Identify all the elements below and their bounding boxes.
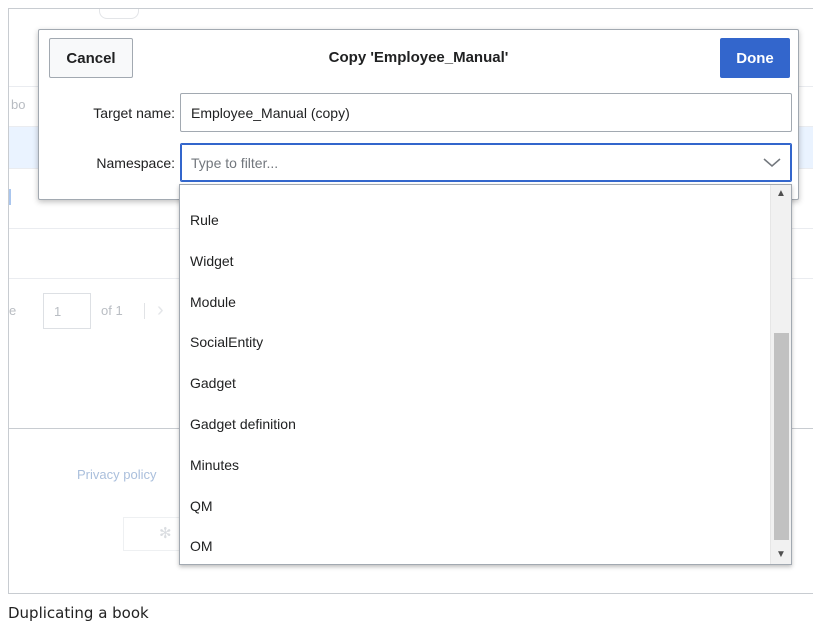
dialog-title: Copy 'Employee_Manual' [328,49,509,66]
background-tab [99,9,139,19]
namespace-option[interactable]: SocialEntity [180,322,770,363]
namespace-dropdown: Rule Widget Module SocialEntity Gadget Gadget… [179,184,792,565]
image-caption: Duplicating a book [8,604,149,622]
background-row-marker [9,189,11,205]
background-row-text: bo [11,97,26,112]
namespace-option[interactable]: Rule [180,200,770,241]
page-of-label: of 1 [101,303,123,318]
copy-dialog: Cancel Copy 'Employee_Manual' Done Targe… [38,29,799,200]
privacy-policy-link[interactable]: Privacy policy [77,467,156,482]
scrollbar-thumb[interactable] [774,333,789,540]
namespace-label: Namespace: [96,155,175,171]
scroll-down-icon[interactable]: ▼ [771,547,791,564]
namespace-row: Namespace: [39,143,798,183]
gear-icon: ✻ [159,525,172,542]
namespace-filter-input[interactable] [180,143,792,182]
dropdown-scrollbar[interactable]: ▲ ▼ [770,185,791,564]
namespace-option[interactable]: OM [180,526,770,564]
namespace-option[interactable]: Minutes [180,445,770,486]
target-name-row: Target name: [39,93,798,133]
namespace-option[interactable]: Widget [180,241,770,282]
namespace-option[interactable]: Gadget definition [180,404,770,445]
page-number-input[interactable]: 1 [43,293,91,329]
namespace-option[interactable]: Gadget [180,363,770,404]
done-button[interactable]: Done [720,38,790,78]
chevron-down-icon[interactable] [763,155,781,169]
namespace-option-list: Rule Widget Module SocialEntity Gadget Gadget… [180,200,770,564]
footer-logo [123,517,183,551]
namespace-option[interactable]: Module [180,282,770,323]
pagination-divider [144,303,145,319]
target-name-input[interactable] [180,93,792,132]
dialog-header: Cancel Copy 'Employee_Manual' Done [39,30,798,86]
namespace-option[interactable]: QM [180,486,770,527]
pagination-cut-label: e [9,303,17,318]
scroll-up-icon[interactable]: ▲ [771,185,791,202]
target-name-label: Target name: [93,105,175,121]
next-page-icon[interactable]: › [157,299,164,322]
